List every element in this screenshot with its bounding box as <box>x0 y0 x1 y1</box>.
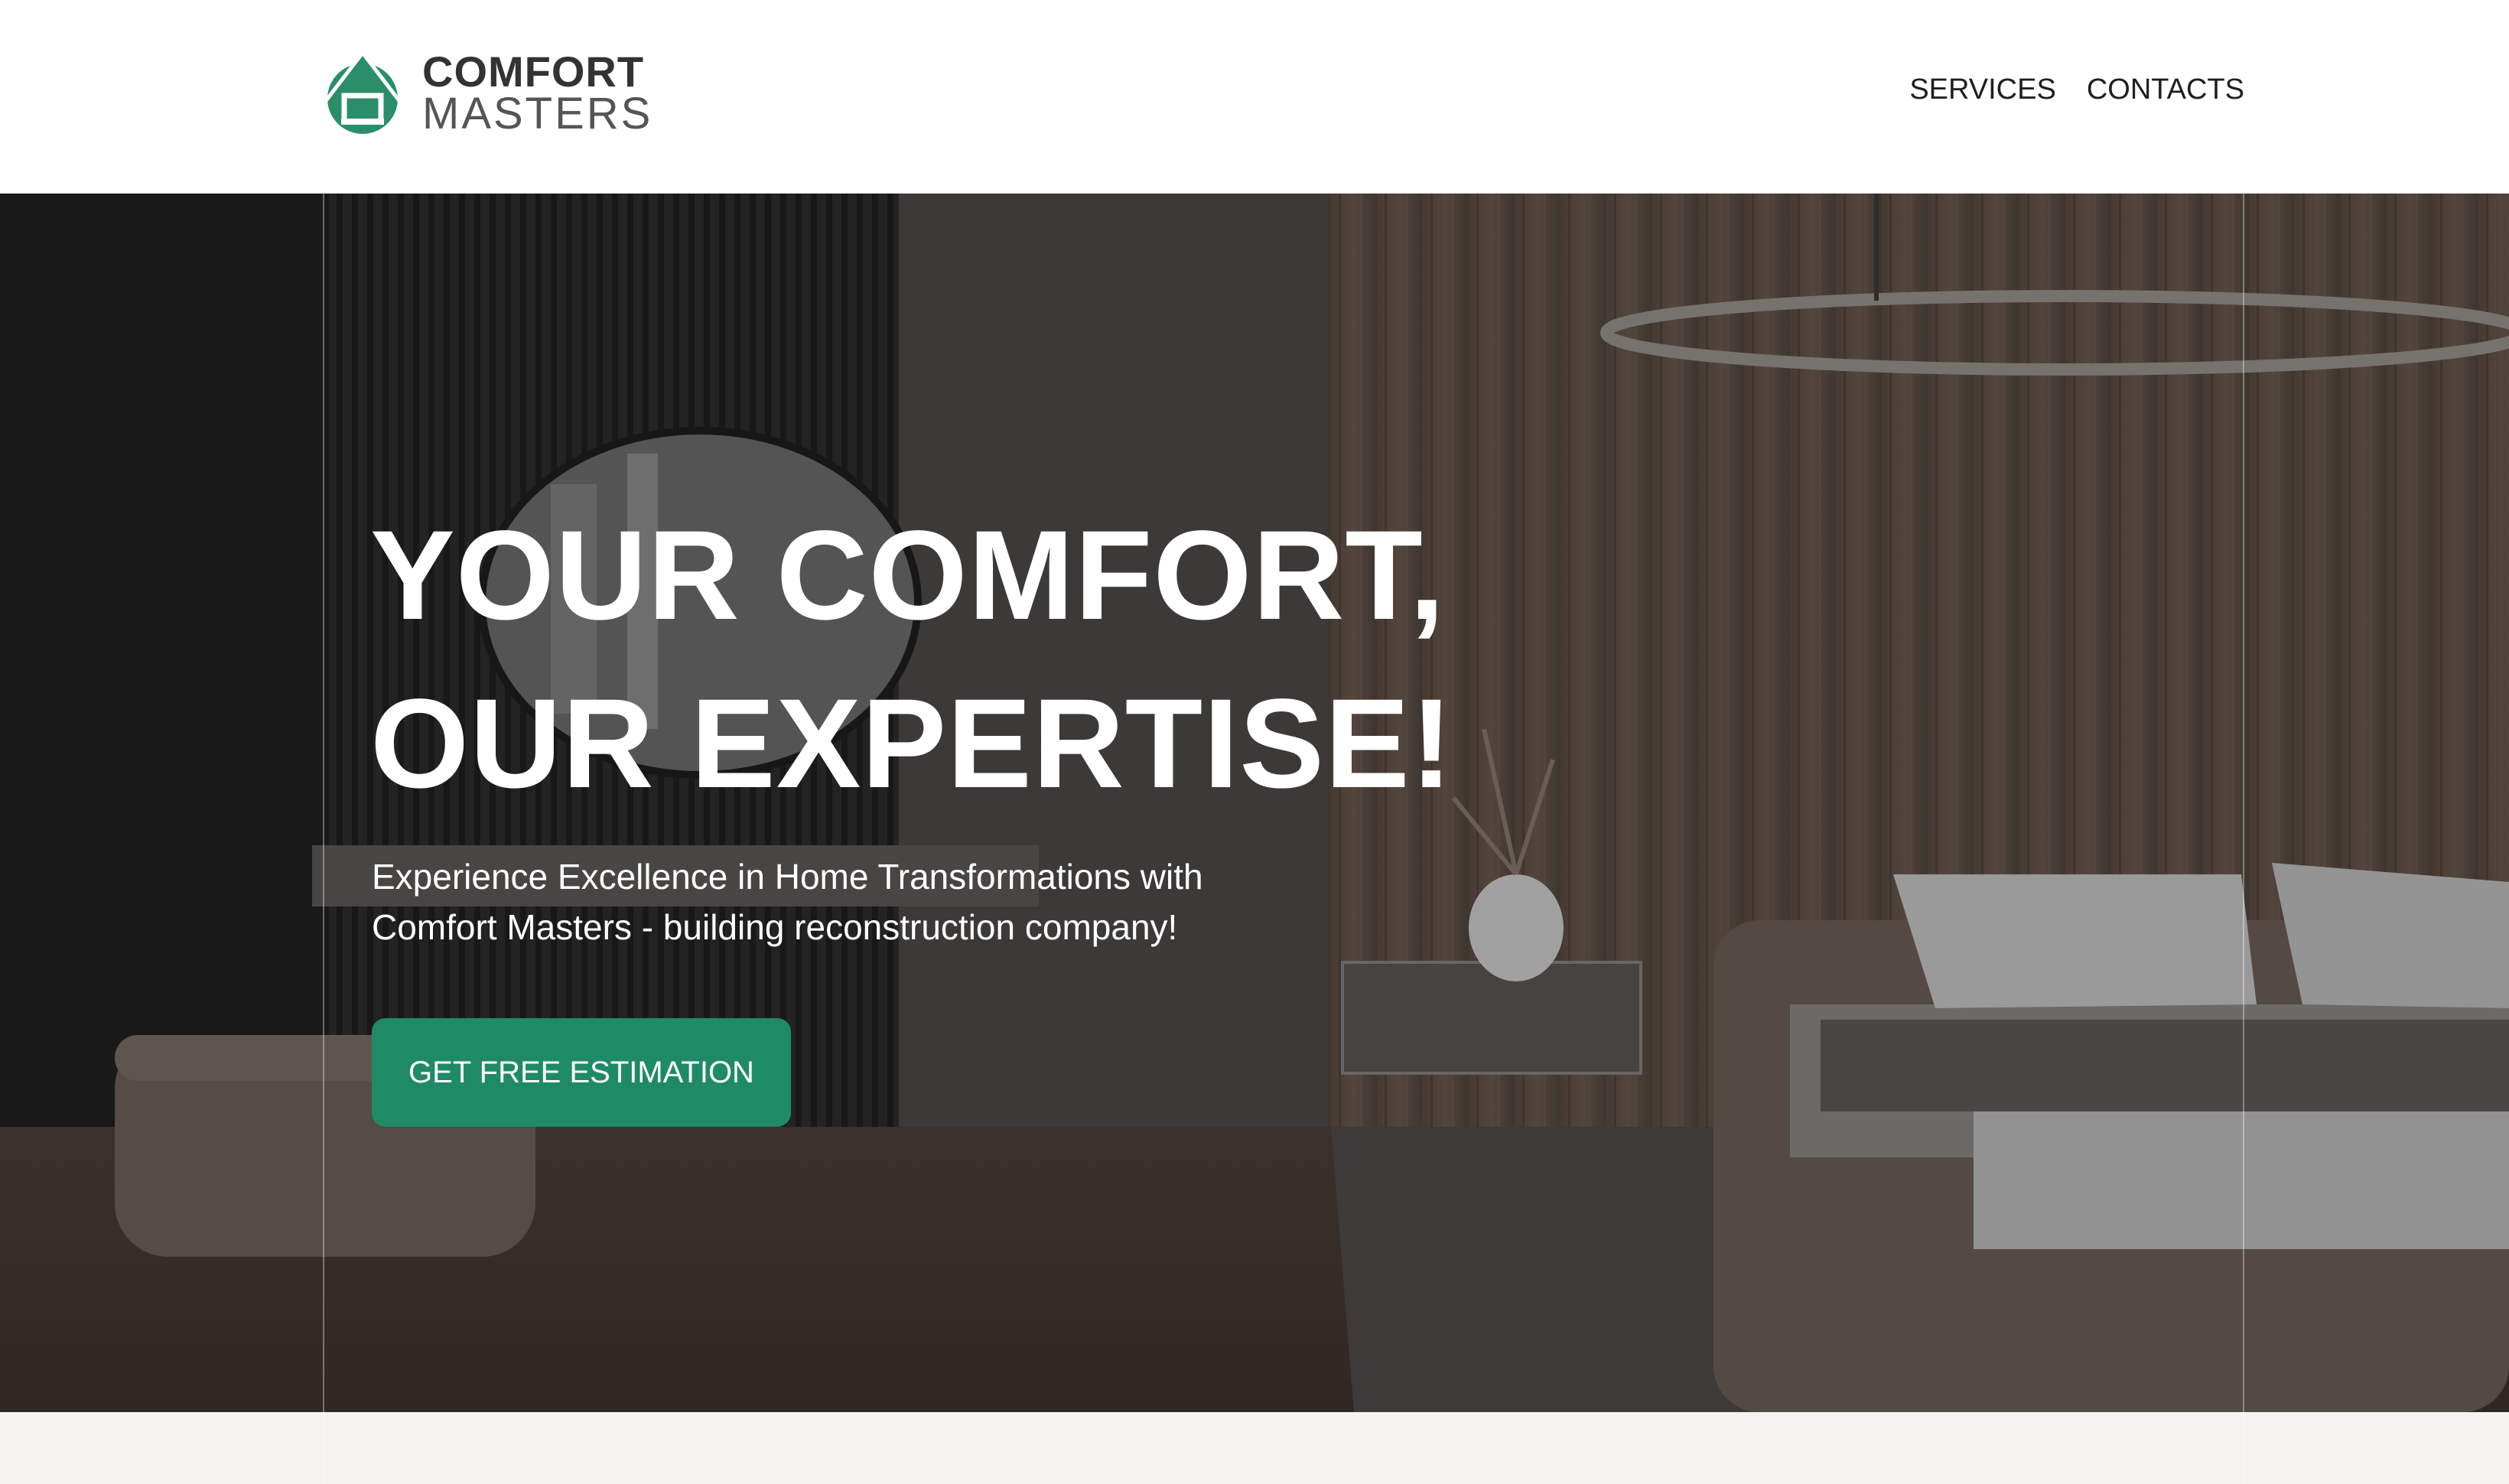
hero-subtitle-line-1: Experience Excellence in Home Transforma… <box>372 857 1203 897</box>
logo-text: COMFORT MASTERS <box>422 50 652 136</box>
main-nav: SERVICES CONTACTS <box>1909 73 2244 106</box>
layout-guide-left <box>323 194 324 1484</box>
nav-link-contacts[interactable]: CONTACTS <box>2087 73 2244 106</box>
nav-link-services[interactable]: SERVICES <box>1909 73 2055 106</box>
hero-subtitle-line-2: Comfort Masters - building reconstructio… <box>372 907 1178 947</box>
logo-line-2: MASTERS <box>422 89 653 138</box>
hero-section: YOUR COMFORT, OUR EXPERTISE! Experience … <box>0 194 2509 1412</box>
hero-subtitle: Experience Excellence in Home Transforma… <box>372 851 1366 952</box>
site-header: COMFORT MASTERS SERVICES CONTACTS <box>0 0 2509 194</box>
get-free-estimation-button[interactable]: GET FREE ESTIMATION <box>372 1018 791 1127</box>
logo[interactable]: COMFORT MASTERS <box>321 47 652 139</box>
hero-title-line-2: OUR EXPERTISE! <box>370 673 1454 815</box>
logo-line-1: COMFORT <box>422 47 645 96</box>
house-icon <box>321 51 404 134</box>
layout-guide-right <box>2243 194 2244 1484</box>
hero-title: YOUR COMFORT, OUR EXPERTISE! <box>370 492 1453 828</box>
hero-title-line-1: YOUR COMFORT, <box>370 505 1446 646</box>
page: COMFORT MASTERS SERVICES CONTACTS YOUR C… <box>0 0 2509 1484</box>
next-section-band <box>0 1412 2509 1484</box>
